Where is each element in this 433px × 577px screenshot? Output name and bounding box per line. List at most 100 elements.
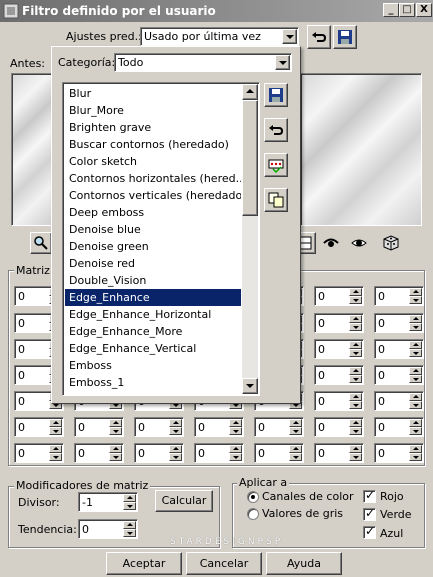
spin-up-arrow[interactable] (349, 393, 362, 401)
preset-list-item[interactable]: Blur_More (65, 102, 241, 119)
edit-preset-button[interactable] (264, 153, 288, 177)
matrix-cell[interactable]: 0 (374, 339, 424, 359)
presets-combo[interactable]: Usado por última vez (140, 27, 299, 46)
spin-down-arrow[interactable] (409, 375, 422, 383)
matrix-cell[interactable]: 0 (14, 443, 64, 463)
spin-up-arrow[interactable] (349, 419, 362, 427)
matrix-cell[interactable]: 0 (314, 286, 364, 306)
matrix-cell[interactable]: 0 (254, 443, 304, 463)
spin-down-arrow[interactable] (229, 453, 242, 461)
matrix-cell[interactable]: 0 (374, 391, 424, 411)
preset-list-item[interactable]: Denoise blue (65, 221, 241, 238)
reset-preset-button[interactable] (307, 25, 331, 49)
spin-up-arrow[interactable] (109, 445, 122, 453)
matrix-cell[interactable]: 0 (374, 365, 424, 385)
preset-list-item[interactable]: Blur (65, 85, 241, 102)
blue-checkbox[interactable]: ✓ (363, 525, 376, 539)
preset-list-item[interactable]: Emboss_1 (65, 374, 241, 391)
preview-toggle-button[interactable] (350, 234, 368, 252)
spin-up-arrow[interactable] (123, 521, 136, 529)
spin-down-arrow[interactable] (409, 401, 422, 409)
matrix-cell[interactable]: 0 (194, 443, 244, 463)
preset-list-item[interactable]: Denoise green (65, 238, 241, 255)
spin-down-arrow[interactable] (109, 453, 122, 461)
matrix-cell[interactable]: 0 (314, 365, 364, 385)
matrix-cell[interactable]: 0 (314, 313, 364, 333)
spin-down-arrow[interactable] (123, 502, 136, 510)
matrix-cell[interactable]: 0 (374, 313, 424, 333)
spin-down-arrow[interactable] (349, 375, 362, 383)
chevron-down-icon[interactable] (275, 55, 290, 70)
spin-up-arrow[interactable] (409, 341, 422, 349)
matrix-cell[interactable]: 0 (314, 391, 364, 411)
matrix-cell[interactable]: 0 (134, 417, 184, 437)
green-checkbox[interactable]: ✓ (363, 507, 376, 521)
matrix-cell[interactable]: 0 (314, 443, 364, 463)
calculate-button[interactable]: Calcular (155, 490, 213, 512)
preset-list-item[interactable]: Edge_Enhance_More (65, 323, 241, 340)
scroll-up-arrow[interactable] (242, 84, 258, 100)
spin-down-arrow[interactable] (409, 323, 422, 331)
spin-up-arrow[interactable] (289, 419, 302, 427)
color-channels-radio[interactable] (247, 491, 259, 503)
spin-down-arrow[interactable] (409, 427, 422, 435)
reset-button[interactable] (264, 118, 288, 142)
gray-values-radio[interactable] (247, 508, 259, 520)
copy-preset-button[interactable] (264, 188, 288, 212)
spin-up-arrow[interactable] (349, 367, 362, 375)
spin-up-arrow[interactable] (409, 393, 422, 401)
spin-up-arrow[interactable] (289, 445, 302, 453)
preset-list-item[interactable]: Edge_Enhance (65, 289, 241, 306)
matrix-cell[interactable]: 0 (74, 443, 124, 463)
spin-up-arrow[interactable] (349, 315, 362, 323)
spin-up-arrow[interactable] (229, 419, 242, 427)
spin-down-arrow[interactable] (169, 453, 182, 461)
preset-list-item[interactable]: Denoise red (65, 255, 241, 272)
list-scrollbar[interactable] (242, 84, 258, 394)
spin-up-arrow[interactable] (409, 419, 422, 427)
matrix-cell[interactable]: 0 (134, 443, 184, 463)
spin-up-arrow[interactable] (349, 288, 362, 296)
matrix-cell[interactable]: 0 (374, 443, 424, 463)
cancel-button[interactable]: Cancelar (186, 552, 262, 575)
spin-up-arrow[interactable] (169, 419, 182, 427)
preset-list-item[interactable]: Contornos horizontales (hered... (65, 170, 241, 187)
preset-list-item[interactable]: Color sketch (65, 153, 241, 170)
scroll-down-arrow[interactable] (242, 378, 258, 394)
spin-down-arrow[interactable] (349, 349, 362, 357)
save-preset-button[interactable] (264, 83, 288, 107)
spin-up-arrow[interactable] (229, 445, 242, 453)
matrix-cell[interactable]: 0 (374, 417, 424, 437)
spin-up-arrow[interactable] (349, 445, 362, 453)
spin-down-arrow[interactable] (349, 296, 362, 304)
spin-down-arrow[interactable] (49, 453, 62, 461)
matrix-cell[interactable]: 0 (374, 286, 424, 306)
matrix-cell[interactable]: 0 (194, 417, 244, 437)
scroll-thumb[interactable] (242, 100, 258, 216)
preset-list-item[interactable]: Edge_Enhance_Vertical (65, 340, 241, 357)
category-combo[interactable]: Todo (114, 53, 292, 72)
spin-up-arrow[interactable] (49, 445, 62, 453)
spin-down-arrow[interactable] (169, 427, 182, 435)
matrix-cell[interactable]: 0 (314, 417, 364, 437)
chevron-down-icon[interactable] (282, 29, 297, 44)
spin-up-arrow[interactable] (109, 419, 122, 427)
spin-down-arrow[interactable] (109, 427, 122, 435)
preset-list-item[interactable]: Edge_Enhance_Horizontal (65, 306, 241, 323)
save-preset-button[interactable] (333, 25, 357, 49)
spin-down-arrow[interactable] (409, 349, 422, 357)
spin-up-arrow[interactable] (123, 494, 136, 502)
bias-field[interactable]: 0 (78, 519, 138, 539)
spin-down-arrow[interactable] (349, 427, 362, 435)
spin-down-arrow[interactable] (349, 401, 362, 409)
spin-down-arrow[interactable] (49, 427, 62, 435)
matrix-cell[interactable]: 0 (74, 417, 124, 437)
zoom-button[interactable] (30, 232, 52, 254)
matrix-cell[interactable]: 0 (14, 417, 64, 437)
preset-list[interactable]: Blur Blur_More Brighten grave Buscar contor… (62, 82, 260, 396)
spin-down-arrow[interactable] (409, 296, 422, 304)
preset-list-item[interactable]: Deep emboss (65, 204, 241, 221)
preset-list-item[interactable]: Contornos verticales (heredado) (65, 187, 241, 204)
minimize-button[interactable]: _ (383, 3, 399, 17)
spin-up-arrow[interactable] (409, 315, 422, 323)
